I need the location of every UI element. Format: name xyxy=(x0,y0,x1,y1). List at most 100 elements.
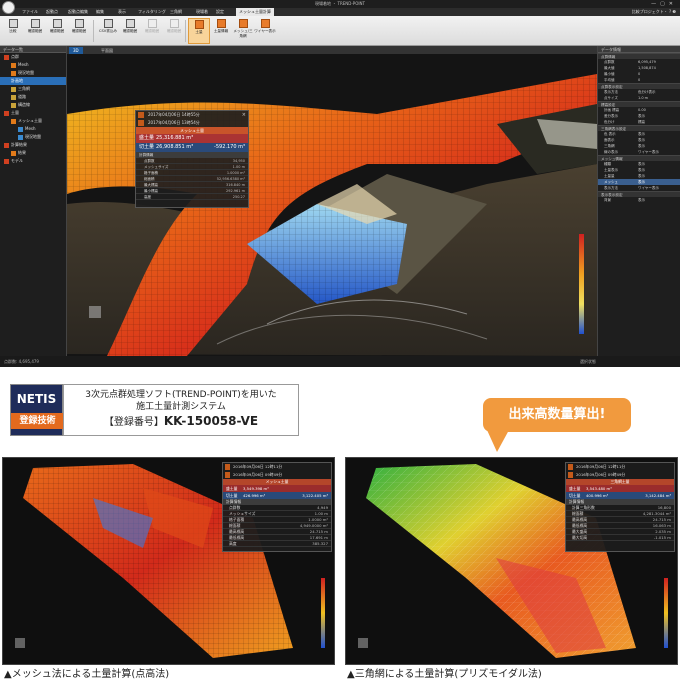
tree-item[interactable]: 現況地盤 xyxy=(0,69,66,77)
layer-icon xyxy=(4,54,9,60)
layer-icon xyxy=(11,70,16,76)
ribbon-button[interactable]: 確認範囲 xyxy=(24,18,46,44)
layer-icon xyxy=(18,126,23,132)
tool-icon xyxy=(103,19,113,28)
tree-item[interactable]: 土量 xyxy=(0,109,66,117)
menu-bar: ファイル 起動点 起動点編集 編集 表示 フィルタリング 三角網 現場着 設定 メッシュ土量計算 比… xyxy=(0,8,680,16)
tool-icon xyxy=(169,19,179,28)
tool-icon xyxy=(238,19,248,28)
tree-item[interactable]: 結果 xyxy=(0,149,66,157)
data-tree: 点群 Mesh 現況地盤 計画地 三角網 道路 構造線 土量 メッシュ土量 Mesh 現況地盤 計算結… xyxy=(0,53,66,165)
volume-title: メッシュ土量 xyxy=(136,127,248,134)
tool-icon xyxy=(52,19,62,28)
property-row[interactable]: 背景 表示 xyxy=(598,197,680,203)
netis-logo-text: NETIS xyxy=(16,392,57,406)
registration-number: 【登録番号】KK-150058-VE xyxy=(103,414,259,428)
layer-icon xyxy=(11,86,16,92)
layer-icon xyxy=(11,62,16,68)
tool-icon xyxy=(30,19,40,28)
menu-right-info[interactable]: 比較プロジェクト・ ? ❷ xyxy=(632,8,676,16)
info-row: 高度 385.327 xyxy=(223,541,331,547)
tree-item[interactable]: 道路 xyxy=(0,93,66,101)
3d-viewport[interactable]: × 2017年04月06日 14時55分 2017年04月06日 13時54分 … xyxy=(67,54,597,356)
layer-icon xyxy=(4,158,9,164)
speech-bubble: 出来高数量算出! xyxy=(483,398,631,432)
tree-item[interactable]: 点群 xyxy=(0,53,66,61)
menu-item[interactable]: ファイル xyxy=(22,8,38,16)
tool-icon xyxy=(8,19,18,28)
property-row[interactable]: 色分け 標高 xyxy=(598,119,680,125)
status-point-count: 点群数: 4,695,479 xyxy=(4,359,39,364)
data-list-title: データ一覧 xyxy=(0,46,66,53)
reference-icon xyxy=(138,112,144,118)
tree-item[interactable]: Mesh xyxy=(0,61,66,69)
tree-item[interactable]: メッシュ土量 xyxy=(0,117,66,125)
window-controls[interactable]: —▢✕ xyxy=(651,0,677,8)
status-bar: 点群数: 4,695,479 選択状態 xyxy=(0,356,680,367)
tool-icon xyxy=(260,19,270,28)
tree-item[interactable]: 計算結果 xyxy=(0,141,66,149)
tree-item[interactable]: Mesh xyxy=(0,125,66,133)
ribbon-button[interactable]: 確認範囲 xyxy=(163,18,185,44)
property-row[interactable]: 点サイズ 1.0 m xyxy=(598,95,680,101)
ribbon-button[interactable]: 確認範囲 xyxy=(68,18,90,44)
layer-icon xyxy=(11,94,16,100)
tool-icon xyxy=(194,20,204,29)
property-row[interactable]: 表示方法 ワイヤー表示 xyxy=(598,185,680,191)
mesh-method-screenshot: 2016年09月06日 12時11分 2016年09月06日 09時49分 メッ… xyxy=(2,457,335,665)
triangle-caption: ▲三角網による土量計算(プリズモイダル法) xyxy=(347,669,542,680)
reference-date: 2017年04月06日 14時55分 xyxy=(148,112,200,117)
tagline-line1: 3次元点群処理ソフト(TREND-POINT)を用いた xyxy=(85,390,277,400)
window-title: 現場着地 ・ TREND-POINT xyxy=(315,1,365,6)
menu-item[interactable]: 編集 xyxy=(96,8,104,16)
view-tabs: 3D 平面図 xyxy=(67,46,597,54)
ribbon-button[interactable]: 土量 xyxy=(188,18,210,44)
triangle-info-panel: 2016年09月06日 12時11分 2016年09月06日 09時49分 三角… xyxy=(565,462,675,552)
layer-icon xyxy=(11,102,16,108)
ribbon-button[interactable]: メッシュ/三角網 xyxy=(232,18,254,44)
info-row: 高度 250.27 xyxy=(136,194,248,200)
tree-item[interactable]: モデル xyxy=(0,157,66,165)
tool-icon xyxy=(74,19,84,28)
triangle-method-screenshot: 2016年09月06日 12時11分 2016年09月06日 09時49分 三角… xyxy=(345,457,678,665)
menu-item[interactable]: 三角網 xyxy=(170,8,182,16)
tool-icon xyxy=(125,19,135,28)
diff-volume-value: -592.170 m³ xyxy=(214,144,245,150)
volume-info-panel: × 2017年04月06日 14時55分 2017年04月06日 13時54分 … xyxy=(135,110,249,208)
data-info-panel: データ情報 点群情報 点群数 6,095,479 最大値 1,508,874 最小値 0 平均… xyxy=(597,46,680,356)
tool-icon xyxy=(216,19,226,28)
menu-item[interactable]: 表示 xyxy=(118,8,126,16)
menu-item[interactable]: メッシュ土量計算 xyxy=(236,8,274,16)
speech-bubble-tail xyxy=(487,430,509,452)
fill-volume-value: 26,908.851 m³ xyxy=(156,144,194,150)
status-selection: 選択状態 xyxy=(580,359,596,364)
tree-item[interactable]: 構造線 xyxy=(0,101,66,109)
property-row[interactable]: 平均値 0 xyxy=(598,77,680,83)
target-icon xyxy=(138,120,144,126)
ribbon-button[interactable]: 土量情報 xyxy=(210,18,232,44)
mesh-caption: ▲メッシュ法による土量計算(点高法) xyxy=(4,669,170,680)
view-tab[interactable]: 3D xyxy=(69,47,83,54)
ribbon-button[interactable]: 比較 xyxy=(2,18,24,44)
tree-item[interactable]: 計画地 xyxy=(0,77,66,85)
app-window: 現場着地 ・ TREND-POINT —▢✕ ファイル 起動点 起動点編集 編集 表示フ… xyxy=(0,0,680,367)
view-tab[interactable]: 平面図 xyxy=(97,47,117,54)
cut-volume-value: 25,316.881 m³ xyxy=(156,135,194,141)
ribbon-button[interactable]: 確認範囲 xyxy=(46,18,68,44)
menu-item[interactable]: フィルタリング xyxy=(138,8,166,16)
ribbon-button[interactable]: 確認範囲 xyxy=(141,18,163,44)
menu-item[interactable]: 起動点 xyxy=(46,8,58,16)
menu-item[interactable]: 設定 xyxy=(216,8,224,16)
menu-item[interactable]: 現場着 xyxy=(196,8,208,16)
property-row[interactable]: 線の表示 ワイヤー表示 xyxy=(598,149,680,155)
tree-item[interactable]: 現況地盤 xyxy=(0,133,66,141)
ribbon-toolbar: 比較 確認範囲 確認範囲 確認範囲 CSV書込み 確認範囲 確認範囲 確認範囲 土量 土量情報 メッ… xyxy=(0,16,680,46)
tree-item[interactable]: 三角網 xyxy=(0,85,66,93)
app-logo-icon[interactable] xyxy=(2,1,15,14)
menu-item[interactable]: 起動点編集 xyxy=(68,8,88,16)
ribbon-button[interactable]: CSV書込み xyxy=(97,18,119,44)
layer-icon xyxy=(4,142,9,148)
data-info-title: データ情報 xyxy=(598,46,680,53)
ribbon-button[interactable]: 確認範囲 xyxy=(119,18,141,44)
ribbon-button[interactable]: ワイヤー表示 xyxy=(254,18,276,44)
